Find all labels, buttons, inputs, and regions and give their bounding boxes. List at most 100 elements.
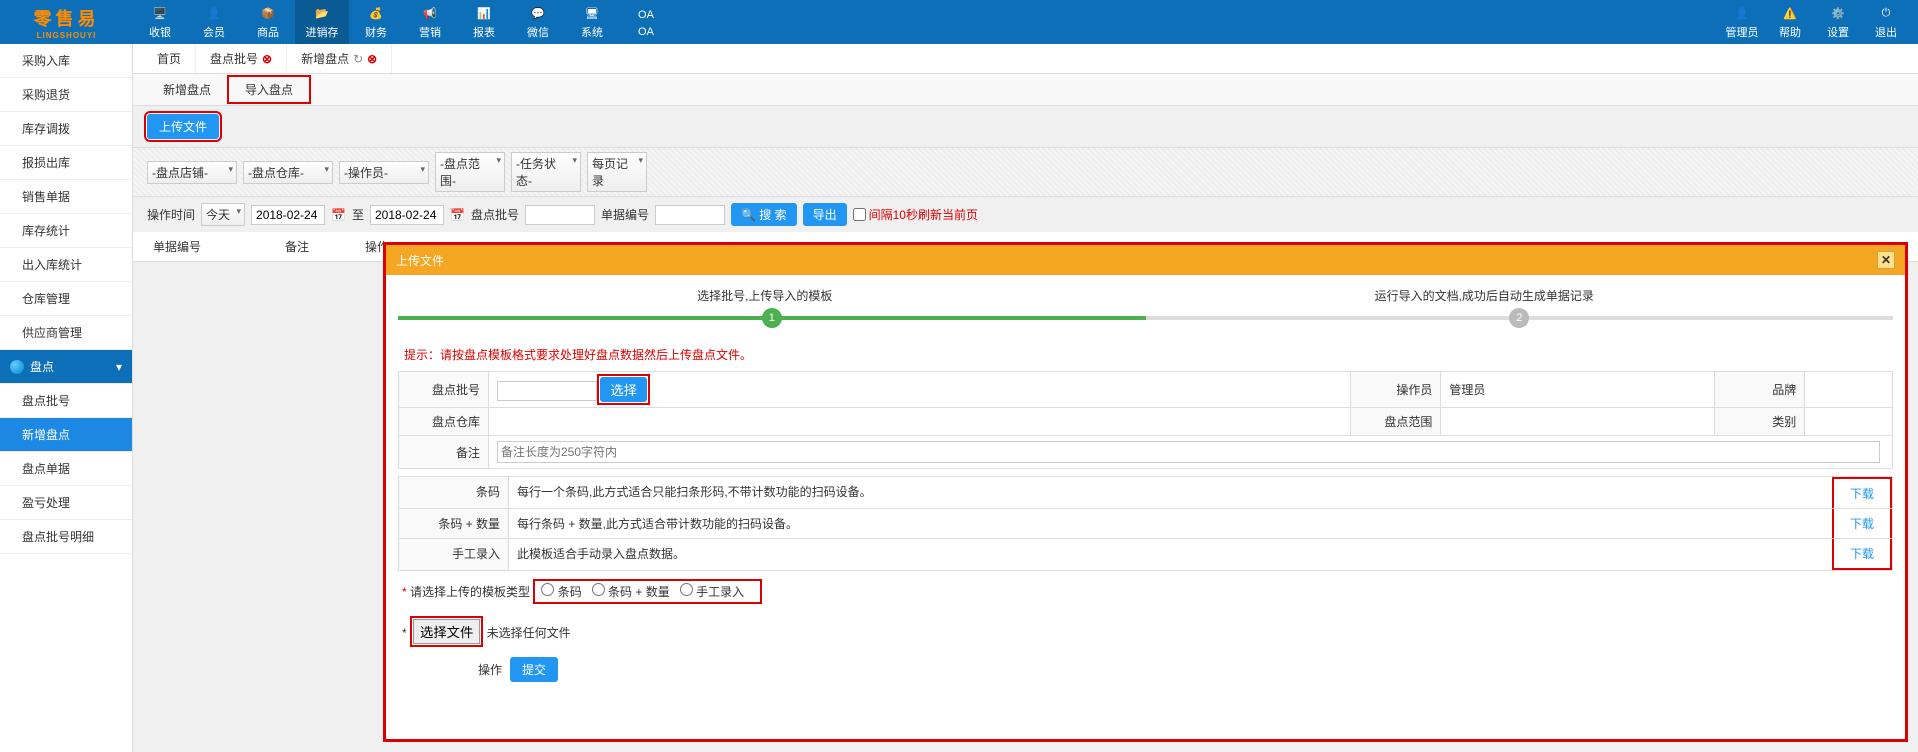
- nav-goods[interactable]: 📦商品: [241, 0, 295, 44]
- download-link[interactable]: 下载: [1850, 547, 1874, 561]
- tpl-desc: 此模板适合手动录入盘点数据。: [509, 539, 1832, 570]
- logo-subtext: LINGSHOUYI: [37, 31, 97, 40]
- nav-right-user[interactable]: 👤管理员: [1718, 4, 1766, 40]
- select-batch-button[interactable]: 选择: [600, 377, 647, 402]
- subtab[interactable]: 导入盘点: [227, 75, 311, 104]
- tpl-desc: 每行一个条码,此方式适合只能扫条形码,不带计数功能的扫码设备。: [509, 477, 1832, 508]
- sidebar-item[interactable]: 销售单据: [0, 180, 132, 214]
- search-button[interactable]: 🔍 搜 索: [731, 203, 797, 226]
- nav-right-settings[interactable]: ⚙️设置: [1814, 4, 1862, 40]
- sidebar-item[interactable]: 出入库统计: [0, 248, 132, 282]
- sidebar-item[interactable]: 盘点批号明细: [0, 520, 132, 554]
- batch-lbl: 盘点批号: [399, 372, 489, 408]
- cash-icon: 🖥️: [150, 4, 170, 22]
- sidebar-item[interactable]: 报损出库: [0, 146, 132, 180]
- nav-finance[interactable]: 💰财务: [349, 0, 403, 44]
- date-cal2-icon[interactable]: 📅: [450, 208, 465, 222]
- nav-system[interactable]: 🖥系统: [565, 0, 619, 44]
- nav-member[interactable]: 👤会员: [187, 0, 241, 44]
- nav-marketing[interactable]: 📢营销: [403, 0, 457, 44]
- upload-modal: 上传文件 ✕ 选择批号,上传导入的模板 运行导入的文档,成功后自动生成单据记录 …: [383, 242, 1908, 742]
- tab[interactable]: 新增盘点 ↻ ⊗: [287, 44, 392, 73]
- today-select[interactable]: 今天: [201, 203, 245, 226]
- goods-icon: 📦: [258, 4, 278, 22]
- sidebar-item[interactable]: 盘点批号: [0, 384, 132, 418]
- date-cal1-icon[interactable]: 📅: [331, 208, 346, 222]
- op-lbl: 操作: [402, 661, 502, 678]
- sidebar: 采购入库采购退货库存调拨报损出库销售单据库存统计出入库统计仓库管理供应商管理盘点…: [0, 44, 133, 752]
- nav-report[interactable]: 📊报表: [457, 0, 511, 44]
- sidebar-item[interactable]: 采购入库: [0, 44, 132, 78]
- subtab[interactable]: 新增盘点: [147, 77, 227, 102]
- nav-cash[interactable]: 🖥️收银: [133, 0, 187, 44]
- download-link[interactable]: 下载: [1850, 517, 1874, 531]
- help-icon: ⚠️: [1780, 4, 1800, 22]
- category-lbl: 类别: [1715, 408, 1805, 436]
- sidebar-item[interactable]: 供应商管理: [0, 316, 132, 350]
- nav-wechat[interactable]: 💬微信: [511, 0, 565, 44]
- export-button[interactable]: 导出: [803, 203, 847, 226]
- close-icon[interactable]: ⊗: [367, 52, 377, 66]
- download-link[interactable]: 下载: [1850, 487, 1874, 501]
- nav-right-help[interactable]: ⚠️帮助: [1766, 4, 1814, 40]
- operator-lbl: 操作员: [1351, 372, 1441, 408]
- finance-icon: 💰: [366, 4, 386, 22]
- modal-close-button[interactable]: ✕: [1877, 251, 1895, 269]
- system-icon: 🖥: [582, 4, 602, 22]
- brand-val: [1805, 372, 1893, 408]
- filter-range[interactable]: -盘点范围-: [435, 152, 505, 192]
- date-to-input[interactable]: [370, 205, 444, 225]
- filter-perpage[interactable]: 每页记录: [587, 152, 647, 192]
- sidebar-item[interactable]: 盘点单据: [0, 452, 132, 486]
- to-label: 至: [352, 206, 364, 223]
- sidebar-item[interactable]: 采购退货: [0, 78, 132, 112]
- range-lbl: 盘点范围: [1351, 408, 1441, 436]
- doc-input[interactable]: [655, 205, 725, 225]
- remark-input[interactable]: [497, 441, 1880, 463]
- choose-file-button[interactable]: 选择文件: [413, 619, 480, 644]
- step-progress: 1 2: [398, 316, 1893, 320]
- sidebar-item[interactable]: 盘点▾: [0, 350, 132, 384]
- filter-operator[interactable]: -操作员-: [339, 161, 429, 184]
- template-type-radio[interactable]: 条码: [541, 585, 581, 599]
- submit-button[interactable]: 提交: [510, 657, 558, 682]
- modal-header: 上传文件 ✕: [386, 245, 1905, 275]
- tpl-name: 条码: [399, 477, 509, 508]
- sidebar-item[interactable]: 新增盘点: [0, 418, 132, 452]
- filter-bar: -盘点店铺- -盘点仓库- -操作员- -盘点范围- -任务状态- 每页记录: [133, 147, 1918, 197]
- upload-file-button[interactable]: 上传文件: [147, 114, 219, 139]
- tpl-desc: 每行条码 + 数量,此方式适合带计数功能的扫码设备。: [509, 509, 1832, 538]
- sidebar-item[interactable]: 库存统计: [0, 214, 132, 248]
- date-from-input[interactable]: [251, 205, 325, 225]
- nav-right-exit[interactable]: ⏻退出: [1862, 4, 1910, 40]
- filter-store[interactable]: -盘点店铺-: [147, 161, 237, 184]
- file-hint: 未选择任何文件: [487, 626, 571, 640]
- form-table: 盘点批号 选择 操作员 管理员 品牌 盘点仓库 盘点范围 类别: [398, 371, 1893, 469]
- batch-field[interactable]: [497, 381, 597, 401]
- sidebar-item[interactable]: 仓库管理: [0, 282, 132, 316]
- wechat-icon: 💬: [528, 4, 548, 22]
- tab[interactable]: 盘点批号 ⊗: [196, 44, 287, 73]
- warehouse-lbl: 盘点仓库: [399, 408, 489, 436]
- sidebar-item[interactable]: 库存调拨: [0, 112, 132, 146]
- radio-label: 请选择上传的模板类型: [410, 585, 530, 599]
- remark-lbl: 备注: [399, 436, 489, 469]
- logo: 零售易 LINGSHOUYI: [0, 0, 133, 44]
- stock-icon: 📂: [312, 4, 332, 22]
- operator-val: 管理员: [1441, 372, 1715, 408]
- refresh-icon[interactable]: ↻: [353, 52, 363, 66]
- filter-status[interactable]: -任务状态-: [511, 152, 581, 192]
- sidebar-item[interactable]: 盈亏处理: [0, 486, 132, 520]
- close-icon[interactable]: ⊗: [262, 52, 272, 66]
- oa-icon: OA: [636, 6, 656, 24]
- template-type-radio[interactable]: 手工录入: [680, 585, 744, 599]
- template-type-radio[interactable]: 条码 + 数量: [592, 585, 670, 599]
- tab[interactable]: 首页: [143, 44, 196, 73]
- batch-input[interactable]: [525, 205, 595, 225]
- nav-stock[interactable]: 📂进销存: [295, 0, 349, 44]
- nav-oa[interactable]: OAOA: [619, 0, 673, 44]
- template-row: 条码每行一个条码,此方式适合只能扫条形码,不带计数功能的扫码设备。 下载: [398, 476, 1893, 509]
- filter-warehouse[interactable]: -盘点仓库-: [243, 161, 333, 184]
- auto-refresh-checkbox[interactable]: 间隔10秒刷新当前页: [853, 206, 978, 223]
- template-row: 条码 + 数量每行条码 + 数量,此方式适合带计数功能的扫码设备。下载: [398, 508, 1893, 539]
